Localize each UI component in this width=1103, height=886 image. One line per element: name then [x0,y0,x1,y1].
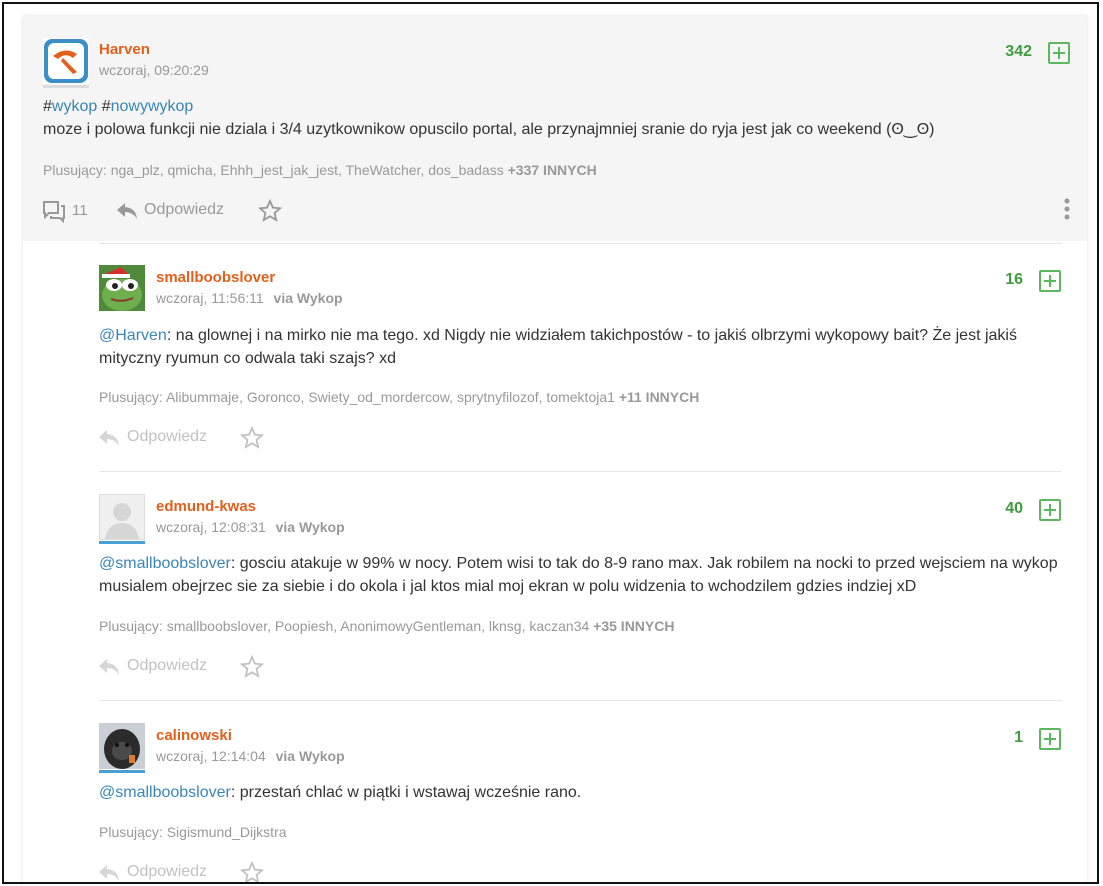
reply-button[interactable]: Odpowiedz [144,201,224,219]
via-word: via [275,748,296,764]
avatar-underline [43,85,89,88]
voters-label: Plusujący: [99,824,163,840]
voters-label: Plusujący: [99,618,163,634]
reply-icon[interactable] [97,657,121,682]
mention-link[interactable]: @smallboobslover [99,555,231,572]
reply-icon[interactable] [97,863,121,882]
post-body: #wykop #nowywykop moze i polowa funkcji … [43,95,1053,141]
reply-button[interactable]: Odpowiedz [127,428,207,446]
reply-button[interactable]: Odpowiedz [127,863,207,881]
via-label: via Wykop [274,290,343,306]
comment-text: : przestań chlać w piątki i wstawaj wcze… [230,784,582,801]
comment-meta: wczoraj, 12:08:31 via Wykop [156,519,345,535]
voters-label: Plusujący: [43,162,107,178]
star-icon[interactable] [239,654,265,684]
upvote-button[interactable] [1039,728,1061,750]
via-word: via [273,290,294,306]
author-username[interactable]: Harven [99,41,150,58]
voters-more-link[interactable]: +11 INNYCH [619,389,700,405]
star-icon[interactable] [239,860,265,882]
divider [99,471,1062,472]
vote-count: 342 [1005,43,1032,60]
comment-author[interactable]: smallboobslover [156,269,275,286]
star-icon[interactable] [239,425,265,455]
post-text: moze i polowa funkcji nie dziala i 3/4 u… [43,121,935,138]
tag-hash: # [101,98,111,115]
comment-timestamp[interactable]: wczoraj, 12:14:04 [156,748,266,764]
voters-more-link[interactable]: +35 INNYCH [593,618,674,634]
wykop-logo-icon[interactable] [43,38,89,84]
comment-meta: wczoraj, 12:14:04 via Wykop [156,748,345,764]
main-post: Harven wczoraj, 09:20:29 342 #wykop #now… [23,16,1087,241]
post-timestamp[interactable]: wczoraj, 09:20:29 [99,62,209,78]
voters-list: Plusujący: nga_plz, qmicha, Ehhh_jest_ja… [43,162,597,178]
mention-link[interactable]: @Harven [99,327,167,344]
comment-timestamp[interactable]: wczoraj, 11:56:11 [156,290,264,306]
voters-names[interactable]: nga_plz, qmicha, Ehhh_jest_jak_jest, The… [111,162,504,178]
via-label: via Wykop [276,519,345,535]
voters-more-link[interactable]: +337 INNYCH [508,162,597,178]
screenshot-frame: Harven wczoraj, 09:20:29 342 #wykop #now… [2,2,1099,884]
comment-meta: wczoraj, 11:56:11 via Wykop [156,290,343,306]
reply-icon[interactable] [115,201,139,226]
upvote-button[interactable] [1039,270,1061,292]
comment-author[interactable]: calinowski [156,727,232,744]
comment-body: @Harven: na glownej i na mirko nie ma te… [99,324,1044,370]
comment-body: @smallboobslover: gosciu atakuje w 99% w… [99,552,1059,598]
entry-card: Harven wczoraj, 09:20:29 342 #wykop #now… [23,16,1087,882]
star-icon[interactable] [257,198,283,228]
via-app[interactable]: Wykop [297,290,343,306]
divider [99,243,1062,244]
comment-author[interactable]: edmund-kwas [156,498,256,515]
avatar-underline [99,541,145,544]
gorilla-avatar-icon[interactable] [99,723,145,769]
via-word: via [275,519,296,535]
via-app[interactable]: Wykop [299,519,345,535]
reply-button[interactable]: Odpowiedz [127,657,207,675]
comment-body: @smallboobslover: przestań chlać w piątk… [99,781,1044,804]
via-app[interactable]: Wykop [299,748,345,764]
frog-avatar-icon[interactable] [99,265,145,311]
voters-list: Plusujący: Alibummaje, Goronco, Swiety_o… [99,389,699,405]
default-user-avatar-icon[interactable] [99,494,145,540]
comment-timestamp[interactable]: wczoraj, 12:08:31 [156,519,266,535]
voters-names[interactable]: smallboobslover, Poopiesh, AnonimowyGent… [167,618,590,634]
tag-link-nowywykop[interactable]: nowywykop [111,98,194,115]
voters-list: Plusujący: smallboobslover, Poopiesh, An… [99,618,674,634]
voters-names[interactable]: Alibummaje, Goronco, Swiety_od_mordercow… [166,389,615,405]
comment-text: : gosciu atakuje w 99% w nocy. Potem wis… [99,555,1058,595]
upvote-button[interactable] [1048,42,1070,64]
comments-icon[interactable] [42,199,66,228]
voters-names[interactable]: Sigismund_Dijkstra [167,824,287,840]
mention-link[interactable]: @smallboobslover [99,784,231,801]
avatar-underline [99,770,145,773]
vote-count: 16 [1005,271,1023,288]
tag-hash: # [43,98,52,115]
voters-list: Plusujący: Sigismund_Dijkstra [99,824,287,840]
reply-icon[interactable] [97,428,121,453]
divider [99,700,1062,701]
voters-label: Plusujący: [99,389,163,405]
vote-count: 1 [1014,729,1023,746]
comments-count[interactable]: 11 [72,202,88,219]
tag-link-wykop[interactable]: wykop [52,98,97,115]
upvote-button[interactable] [1039,499,1061,521]
vote-count: 40 [1005,500,1023,517]
comment-text: : na glownej i na mirko nie ma tego. xd … [99,327,1017,367]
via-label: via Wykop [276,748,345,764]
more-options-icon[interactable] [1064,198,1070,225]
